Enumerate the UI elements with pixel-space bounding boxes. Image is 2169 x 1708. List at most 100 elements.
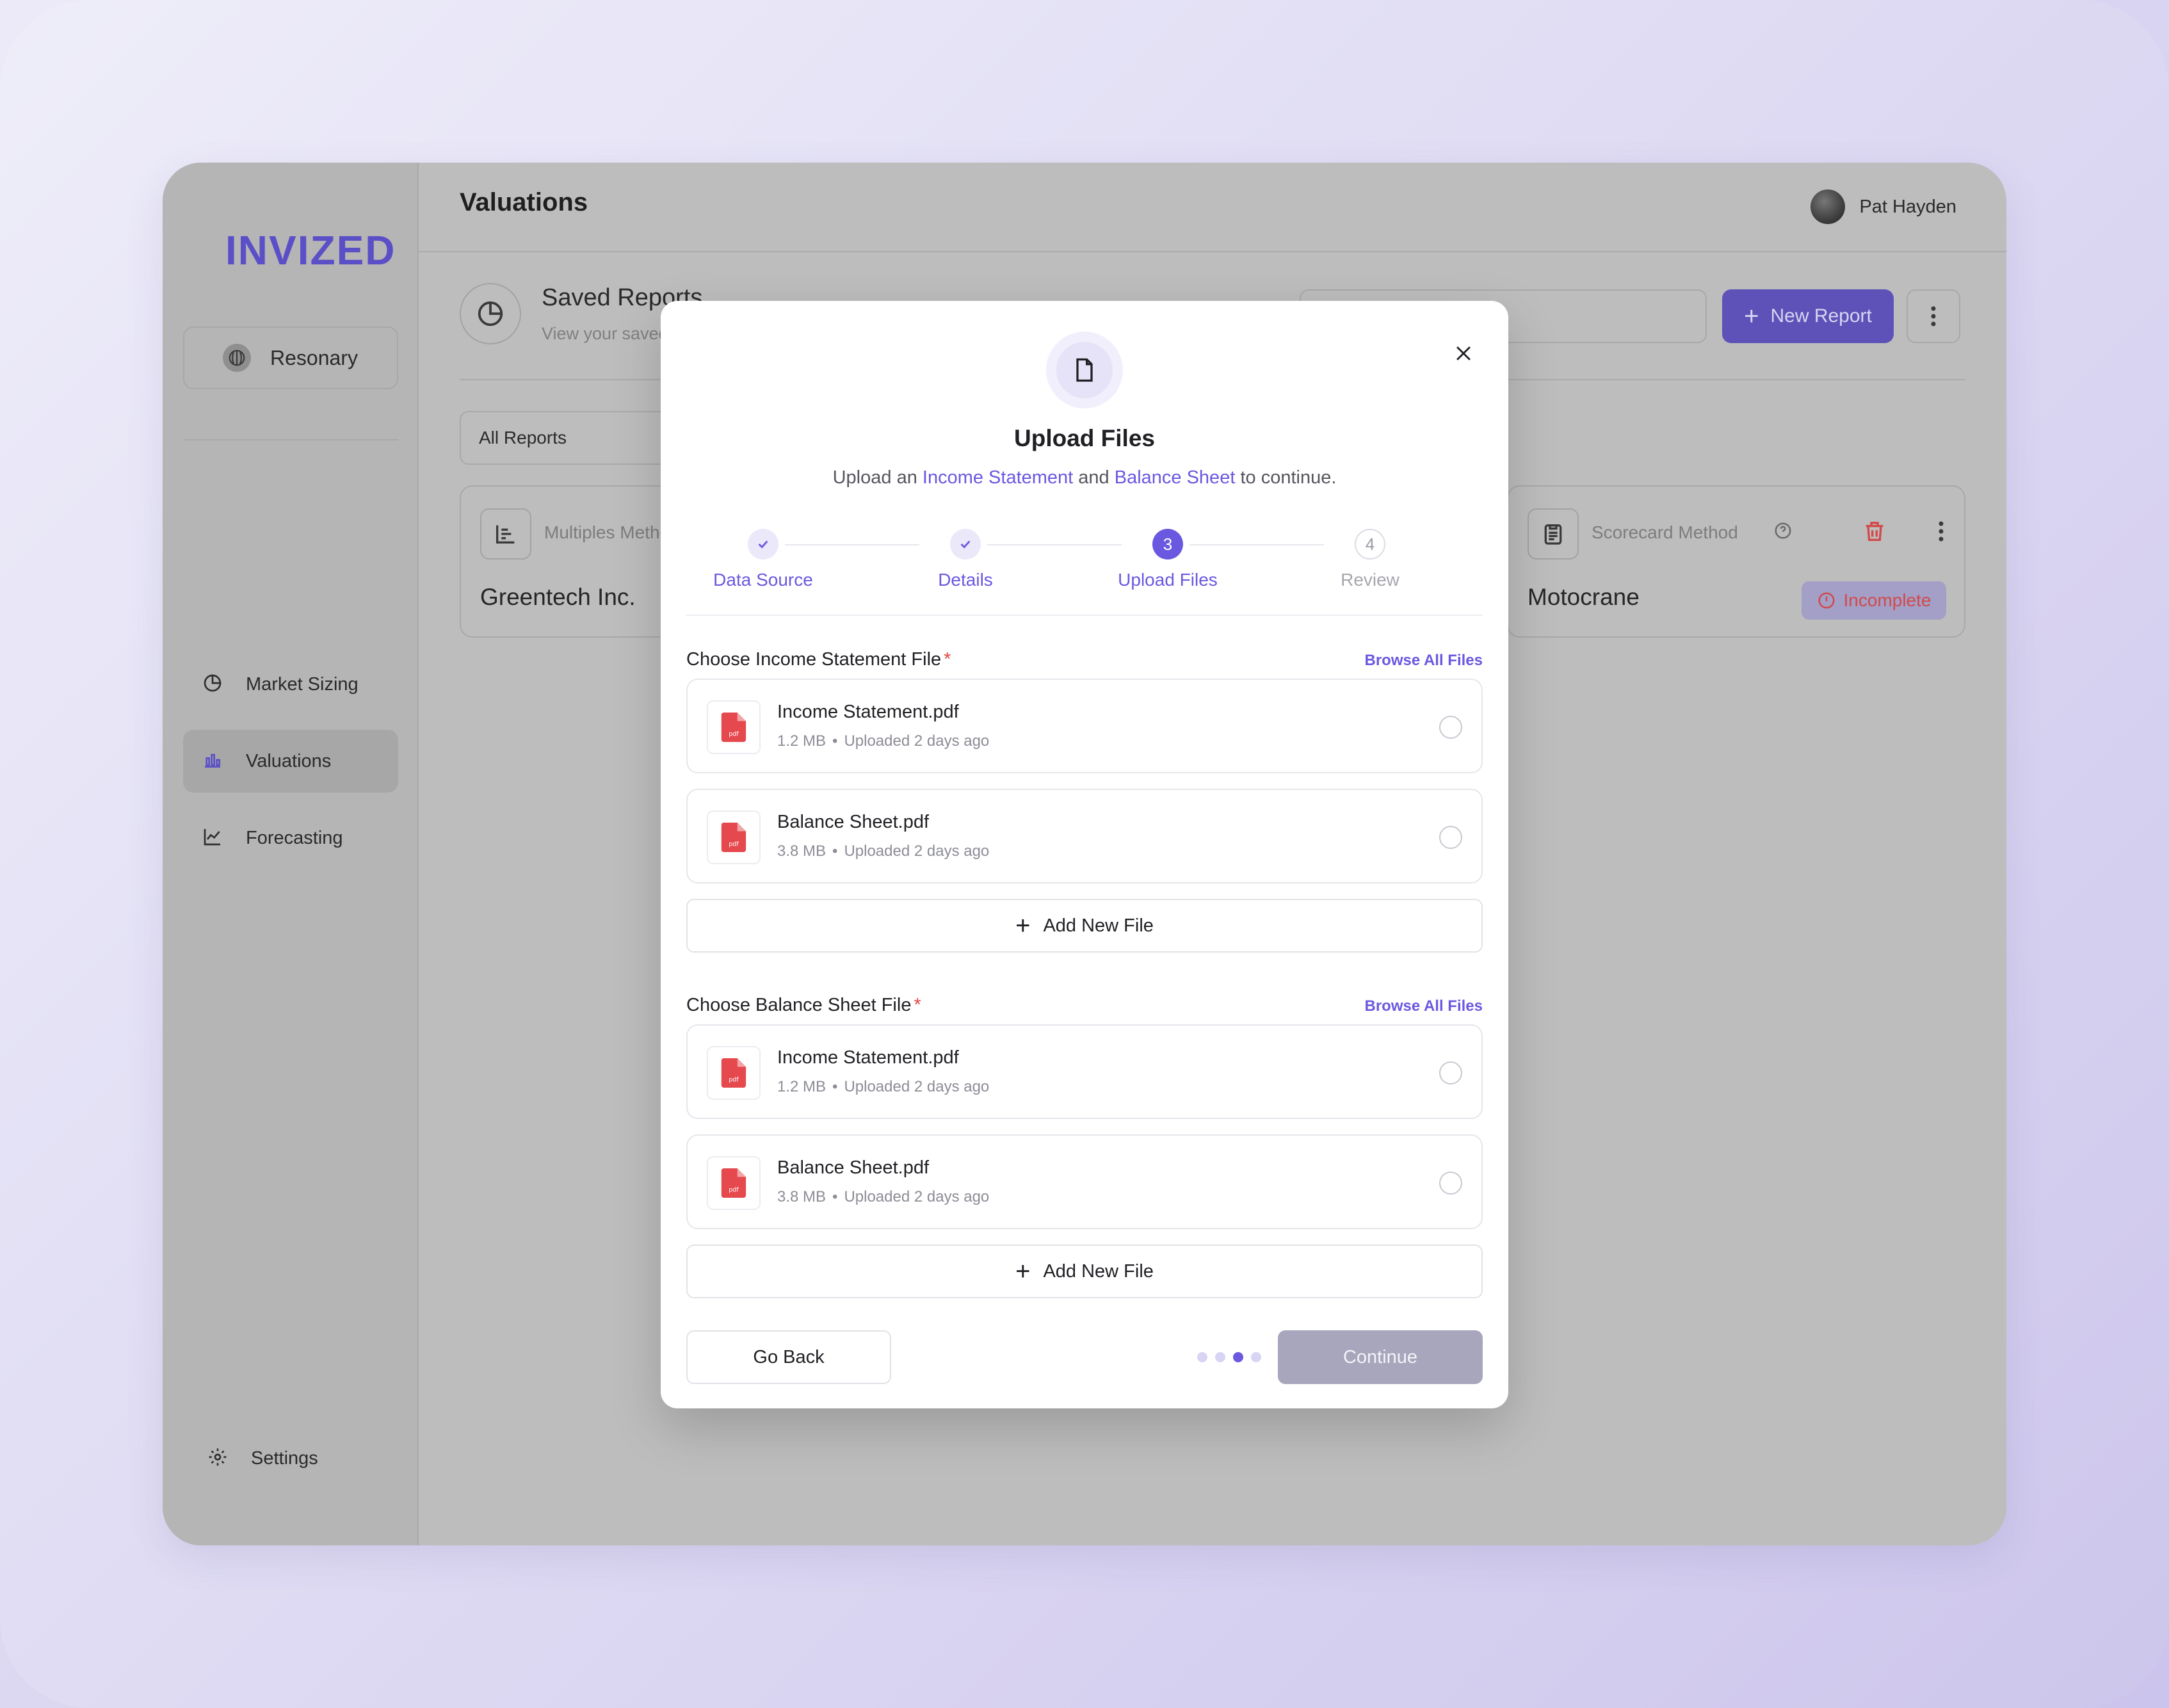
status-label: Incomplete <box>1843 590 1931 610</box>
step-number: 3 <box>1152 529 1183 560</box>
file-uploaded: Uploaded 2 days ago <box>844 1188 990 1205</box>
file-size: 1.2 MB <box>777 732 826 750</box>
gear-icon <box>207 1447 228 1470</box>
browse-all-files-link[interactable]: Browse All Files <box>1365 652 1483 670</box>
subtitle-text: to continue. <box>1235 467 1337 488</box>
add-new-file-label: Add New File <box>1043 915 1154 936</box>
company-name: Motocrane <box>1528 584 1640 610</box>
workspace-switcher[interactable]: Resonary <box>183 326 398 389</box>
sidebar-item-forecasting[interactable]: Forecasting <box>183 807 398 869</box>
file-meta: 1.2 MB • Uploaded 2 days ago <box>777 732 989 750</box>
sidebar-item-market-sizing[interactable]: Market Sizing <box>183 653 398 716</box>
page-title: Valuations <box>460 188 588 216</box>
add-new-file-button[interactable]: + Add New File <box>686 1245 1483 1298</box>
file-option[interactable]: pdf Income Statement.pdf 1.2 MB • Uploaded… <box>686 1024 1483 1119</box>
add-new-file-button[interactable]: + Add New File <box>686 899 1483 953</box>
bar-chart-icon <box>202 750 223 773</box>
file-option[interactable]: pdf Income Statement.pdf 1.2 MB • Uploaded… <box>686 679 1483 773</box>
step-label: Data Source <box>713 570 813 590</box>
income-statement-section-label: Choose Income Statement File * <box>686 649 951 670</box>
meta-separator: • <box>832 842 838 860</box>
file-option[interactable]: pdf Balance Sheet.pdf 3.8 MB • Uploaded 2 … <box>686 789 1483 883</box>
file-size: 3.8 MB <box>777 1188 826 1205</box>
meta-separator: • <box>832 732 838 750</box>
step-pager <box>1197 1352 1261 1362</box>
close-button[interactable] <box>1444 334 1483 373</box>
settings-label: Settings <box>251 1448 318 1469</box>
check-icon <box>950 529 981 560</box>
step-details[interactable]: Details <box>889 519 1042 590</box>
file-radio[interactable] <box>1439 1061 1462 1084</box>
new-report-label: New Report <box>1770 305 1872 326</box>
go-back-button[interactable]: Go Back <box>686 1330 891 1384</box>
line-chart-icon <box>202 826 223 850</box>
section-label-text: Choose Income Statement File <box>686 649 942 670</box>
check-icon <box>748 529 778 560</box>
sidebar-item-valuations[interactable]: Valuations <box>183 730 398 793</box>
file-radio[interactable] <box>1439 716 1462 739</box>
file-meta: 1.2 MB • Uploaded 2 days ago <box>777 1078 989 1096</box>
browse-all-files-link[interactable]: Browse All Files <box>1365 997 1483 1015</box>
file-name: Income Statement.pdf <box>777 702 959 722</box>
file-meta: 3.8 MB • Uploaded 2 days ago <box>777 1188 989 1206</box>
step-upload-files[interactable]: 3 Upload Files <box>1091 519 1245 590</box>
svg-text:pdf: pdf <box>729 1076 739 1083</box>
file-radio[interactable] <box>1439 826 1462 849</box>
meta-separator: • <box>832 1188 838 1205</box>
pager-dot <box>1197 1352 1207 1362</box>
company-name: Greentech Inc. <box>480 584 636 610</box>
user-name: Pat Hayden <box>1859 196 1956 217</box>
svg-text:pdf: pdf <box>729 730 739 737</box>
help-icon <box>1775 522 1791 539</box>
close-icon <box>1456 346 1471 360</box>
pdf-file-icon: pdf <box>707 700 761 754</box>
file-size: 1.2 MB <box>777 1078 826 1095</box>
subtitle-text: Upload an <box>832 467 923 488</box>
file-icon <box>1076 358 1093 382</box>
continue-button[interactable]: Continue <box>1278 1330 1483 1384</box>
file-name: Income Statement.pdf <box>777 1047 959 1068</box>
kebab-menu-icon <box>1931 306 1936 326</box>
balance-sheet-section-label: Choose Balance Sheet File * <box>686 995 921 1016</box>
modal-divider <box>686 615 1483 616</box>
user-menu[interactable]: Pat Hayden <box>1810 189 1956 224</box>
valuation-method: Scorecard Method <box>1592 522 1738 542</box>
pdf-file-icon: pdf <box>707 1156 761 1210</box>
svg-text:pdf: pdf <box>729 1186 739 1193</box>
step-review[interactable]: 4 Review <box>1293 519 1447 590</box>
top-bar: Valuations Pat Hayden <box>419 163 2006 252</box>
file-name: Balance Sheet.pdf <box>777 812 930 832</box>
upload-files-modal: Upload Files Upload an Income Statement … <box>661 301 1508 1408</box>
sidebar-item-label: Market Sizing <box>246 673 359 695</box>
new-report-button[interactable]: + New Report <box>1722 289 1894 343</box>
file-radio[interactable] <box>1439 1172 1462 1195</box>
plus-icon: + <box>1015 1257 1031 1285</box>
file-uploaded: Uploaded 2 days ago <box>844 1078 990 1095</box>
valuation-method: Multiples Method <box>544 522 680 542</box>
meta-separator: • <box>832 1078 838 1095</box>
modal-icon <box>1046 332 1123 408</box>
modal-title: Upload Files <box>1014 425 1155 451</box>
step-number: 4 <box>1355 529 1385 560</box>
trash-icon[interactable] <box>1862 519 1887 544</box>
avatar <box>1810 189 1846 224</box>
sidebar: INVIZED Resonary Market Sizing Valuation… <box>163 163 419 1545</box>
step-data-source[interactable]: Data Source <box>686 519 840 590</box>
workspace-name: Resonary <box>270 346 358 369</box>
subtitle-text: and <box>1073 467 1115 488</box>
sidebar-item-settings[interactable]: Settings <box>207 1447 318 1470</box>
pager-dot-active <box>1233 1352 1243 1362</box>
workspace-globe-icon <box>223 344 251 372</box>
status-badge: Incomplete <box>1802 581 1946 620</box>
balance-sheet-link: Balance Sheet <box>1114 467 1236 488</box>
kebab-menu-icon[interactable] <box>1939 521 1944 542</box>
file-meta: 3.8 MB • Uploaded 2 days ago <box>777 842 989 860</box>
app-logo: INVIZED <box>225 227 396 273</box>
svg-text:pdf: pdf <box>729 841 739 848</box>
file-option[interactable]: pdf Balance Sheet.pdf 3.8 MB • Uploaded 2 … <box>686 1134 1483 1229</box>
step-label: Details <box>938 570 993 590</box>
plus-icon: + <box>1744 302 1759 330</box>
pager-dot <box>1251 1352 1261 1362</box>
background-frame: INVIZED Resonary Market Sizing Valuation… <box>0 0 2169 1708</box>
more-options-button[interactable] <box>1907 289 1960 343</box>
